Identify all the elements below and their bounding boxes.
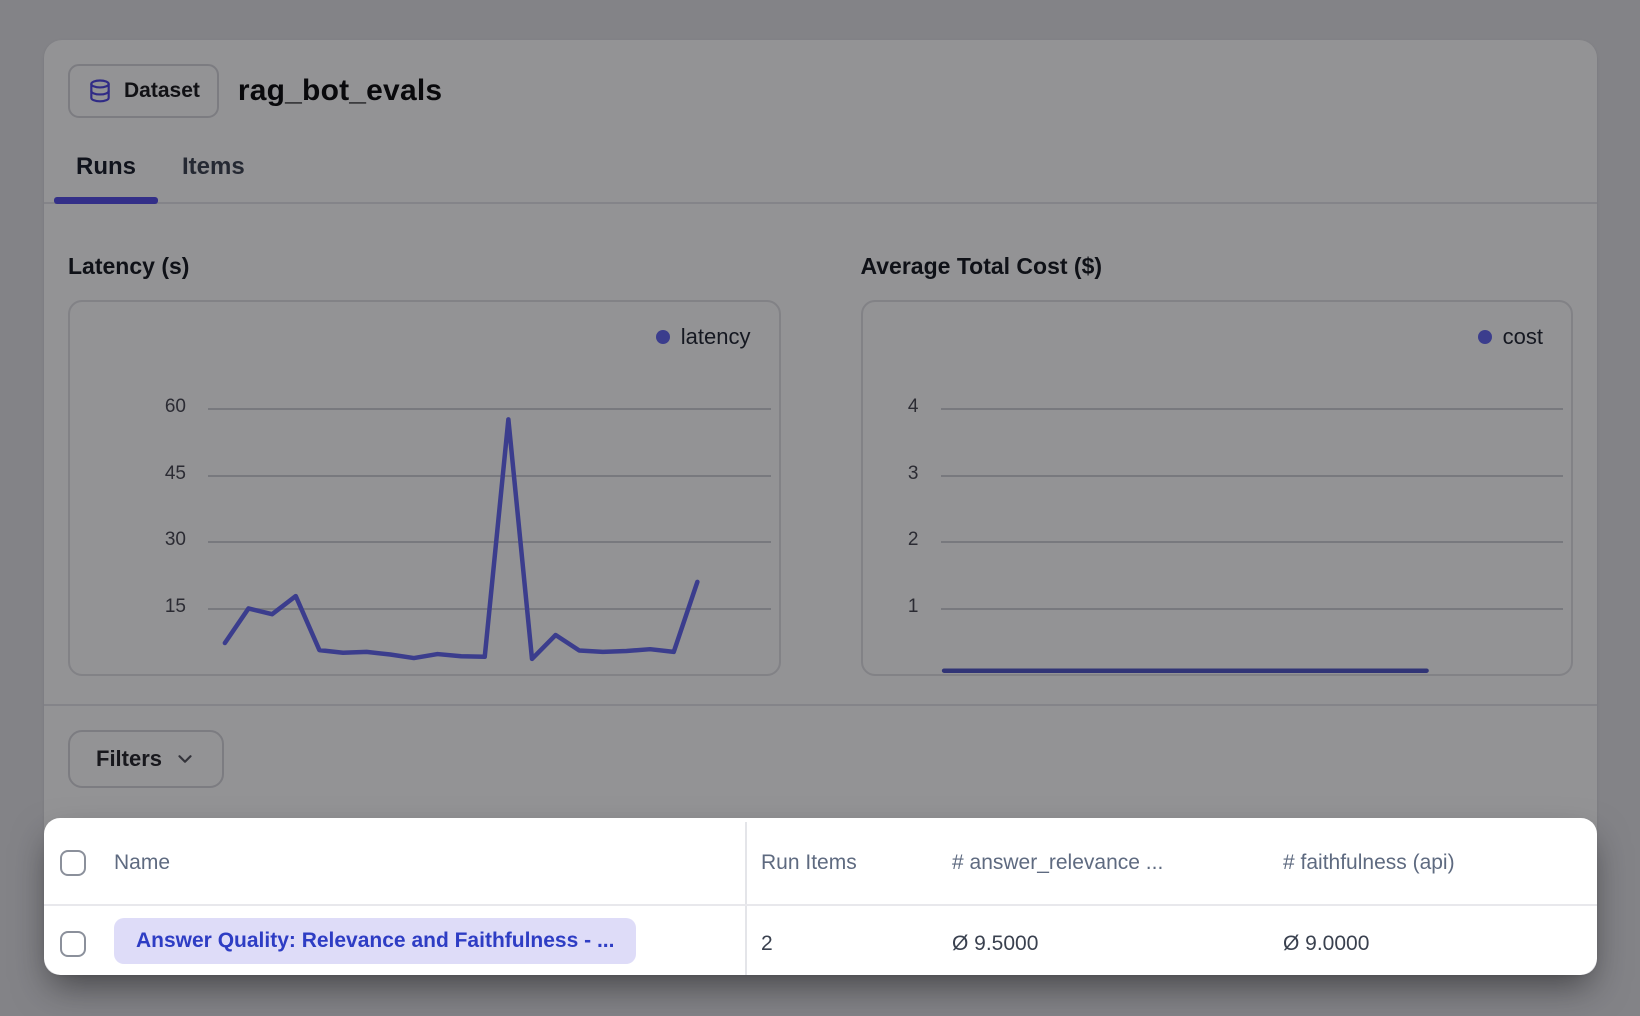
row-checkbox[interactable] [60, 931, 86, 957]
latency-chart-block: Latency (s) latency 15 30 45 60 [68, 252, 781, 676]
y-axis-tick: 45 [70, 463, 186, 485]
row-select-cell [44, 931, 110, 957]
y-axis-tick: 2 [863, 529, 919, 551]
table-row: Answer Quality: Relevance and Faithfulne… [44, 906, 1597, 975]
run-name-link[interactable]: Answer Quality: Relevance and Faithfulne… [114, 918, 636, 964]
latency-chart-title: Latency (s) [68, 252, 781, 280]
charts-section: Latency (s) latency 15 30 45 60 Average Tot… [44, 252, 1597, 676]
dataset-badge-label: Dataset [124, 79, 200, 103]
select-all-checkbox[interactable] [60, 850, 86, 876]
column-header-faithfulness: # faithfulness (api) [1283, 851, 1597, 875]
tab-items[interactable]: Items [160, 152, 267, 202]
filters-button-label: Filters [96, 746, 162, 772]
latency-chart: latency 15 30 45 60 [68, 300, 781, 676]
row-name-cell: Answer Quality: Relevance and Faithfulne… [110, 918, 745, 969]
panel-header: Dataset rag_bot_evals [68, 64, 1573, 118]
row-run-items-cell: 2 [745, 906, 952, 975]
table-toolbar: Filters [44, 704, 1597, 788]
row-faithfulness-cell: Ø 9.0000 [1283, 932, 1597, 956]
table-header-row: Name Run Items # answer_relevance ... # … [44, 822, 1597, 906]
latency-legend[interactable]: latency [656, 324, 751, 350]
row-answer-relevance-cell: Ø 9.5000 [952, 932, 1283, 956]
filters-button[interactable]: Filters [68, 730, 224, 788]
y-axis-tick: 15 [70, 595, 186, 617]
y-axis-tick: 4 [863, 396, 919, 418]
dataset-panel: Dataset rag_bot_evals Runs Items Latency… [44, 40, 1597, 975]
latency-legend-dot-icon [656, 330, 670, 344]
page-title: rag_bot_evals [238, 74, 442, 108]
tab-runs[interactable]: Runs [54, 152, 158, 202]
tab-bar: Runs Items [44, 152, 1597, 204]
dataset-badge: Dataset [68, 64, 219, 118]
column-header-name: Name [110, 851, 745, 875]
column-header-answer-relevance: # answer_relevance ... [952, 851, 1283, 875]
y-axis-tick: 60 [70, 396, 186, 418]
cost-chart-block: Average Total Cost ($) cost 1 2 3 4 [861, 252, 1574, 676]
chevron-down-icon [174, 748, 196, 770]
column-header-run-items: Run Items [745, 822, 952, 904]
y-axis-tick: 3 [863, 463, 919, 485]
cost-legend[interactable]: cost [1478, 324, 1543, 350]
database-icon [87, 78, 113, 104]
cost-legend-label: cost [1503, 324, 1543, 350]
cost-plot: 1 2 3 4 [863, 302, 1572, 674]
cost-chart: cost 1 2 3 4 [861, 300, 1574, 676]
latency-plot: 15 30 45 60 [70, 302, 779, 674]
select-all-cell [44, 850, 110, 876]
runs-table: Name Run Items # answer_relevance ... # … [44, 822, 1597, 975]
latency-legend-label: latency [681, 324, 751, 350]
cost-legend-dot-icon [1478, 330, 1492, 344]
cost-chart-title: Average Total Cost ($) [861, 252, 1574, 280]
y-axis-tick: 30 [70, 529, 186, 551]
y-axis-tick: 1 [863, 595, 919, 617]
